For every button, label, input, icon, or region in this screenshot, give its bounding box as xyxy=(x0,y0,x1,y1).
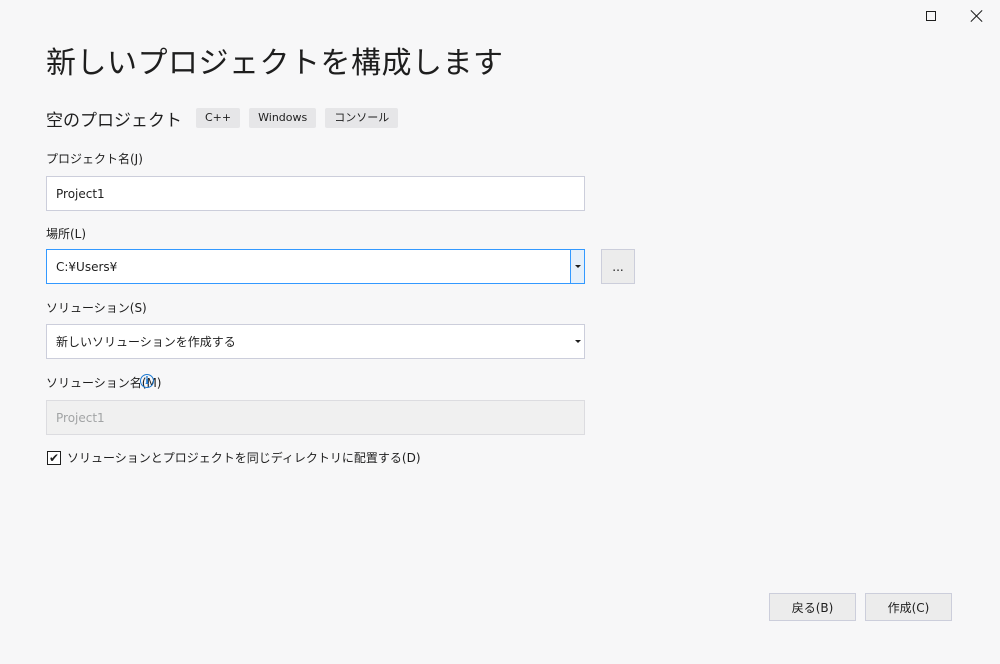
project-name-value: Project1 xyxy=(56,186,105,201)
template-summary: 空のプロジェクト C++ Windows コンソール xyxy=(46,106,407,131)
location-value: C:¥Users¥ xyxy=(56,259,118,274)
checkmark-icon: ✔ xyxy=(48,450,60,465)
same-directory-option[interactable]: ✔ ソリューションとプロジェクトを同じディレクトリに配置する(D) xyxy=(47,449,421,466)
same-directory-label[interactable]: ソリューションとプロジェクトを同じディレクトリに配置する(D) xyxy=(67,449,421,466)
solution-select[interactable]: 新しいソリューションを作成する xyxy=(46,324,585,359)
maximize-button[interactable] xyxy=(908,0,954,32)
close-icon xyxy=(970,9,984,23)
project-name-input[interactable]: Project1 xyxy=(46,176,585,211)
create-button[interactable]: 作成(C) xyxy=(865,593,952,621)
location-label: 場所(L) xyxy=(46,227,87,241)
chevron-down-icon xyxy=(574,340,581,343)
project-name-label: プロジェクト名(J) xyxy=(46,152,143,166)
close-button[interactable] xyxy=(954,0,1000,32)
browse-button[interactable]: ... xyxy=(601,249,635,284)
page-title: 新しいプロジェクトを構成します xyxy=(46,46,504,81)
location-combobox[interactable]: C:¥Users¥ xyxy=(46,249,585,284)
info-icon[interactable]: i xyxy=(140,374,154,388)
location-dropdown-button[interactable] xyxy=(570,250,584,283)
tag-project-type: コンソール xyxy=(325,108,399,128)
template-name: 空のプロジェクト xyxy=(46,110,182,131)
solution-dropdown-button[interactable] xyxy=(571,325,584,358)
back-button[interactable]: 戻る(B) xyxy=(769,593,856,621)
solution-label: ソリューション(S) xyxy=(46,301,147,315)
same-directory-checkbox[interactable]: ✔ xyxy=(47,450,61,465)
chevron-down-icon xyxy=(574,265,581,268)
solution-value: 新しいソリューションを作成する xyxy=(56,335,236,349)
tag-platform: Windows xyxy=(249,108,317,128)
solution-name-value: Project1 xyxy=(56,410,105,425)
maximize-icon xyxy=(926,11,936,21)
tag-language: C++ xyxy=(196,108,241,128)
solution-name-input: Project1 xyxy=(46,400,585,435)
